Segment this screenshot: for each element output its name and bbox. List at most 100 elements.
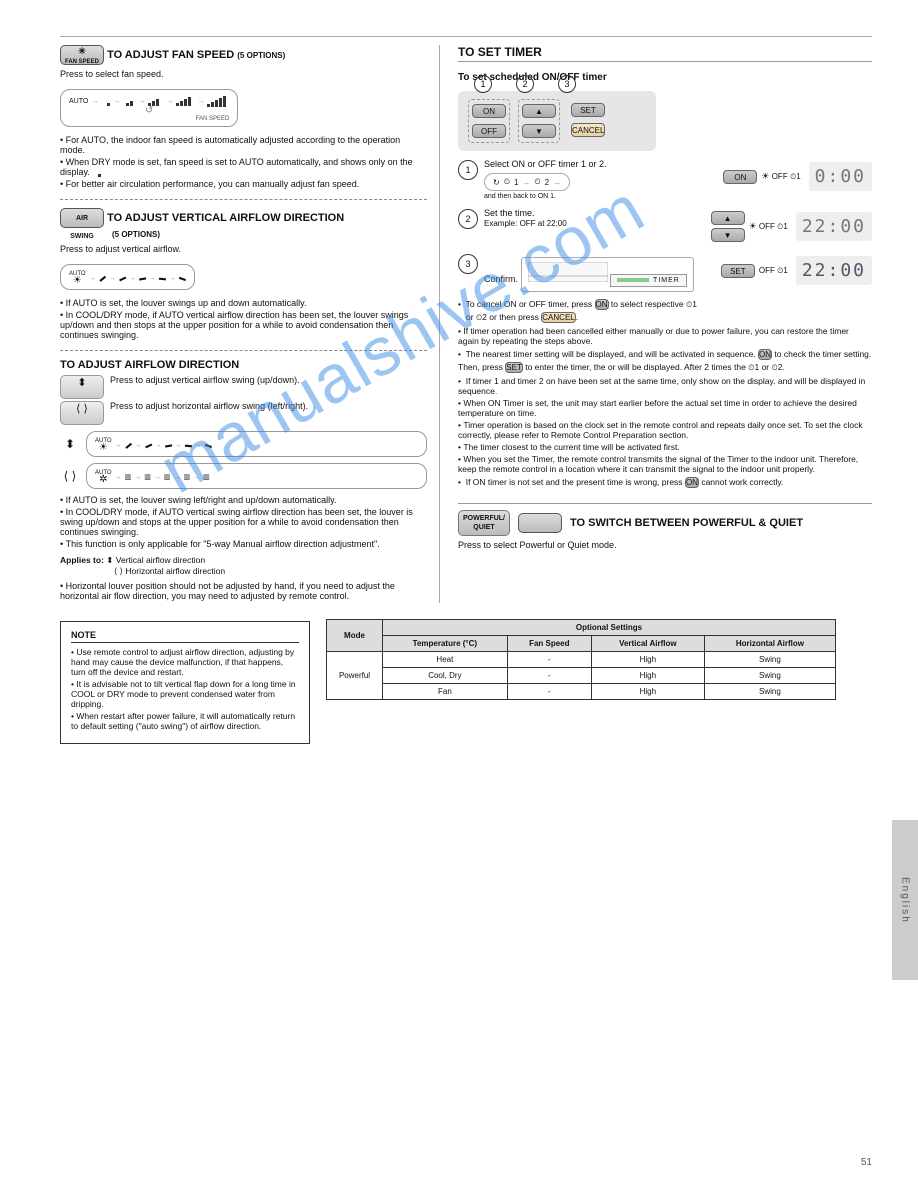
swing-applies-label: Applies to: <box>60 555 104 565</box>
fan-seq-box: AUTO → → → → → ↺ FAN SPEED <box>60 89 238 127</box>
lcd-2200b: 22:00 <box>796 256 872 285</box>
lcd-blank: 0:00 <box>809 162 872 191</box>
airflow-options: (5 OPTIONS) <box>112 230 160 239</box>
divider-1 <box>60 199 427 200</box>
fan-bullet-2: When DRY mode is set, fan speed is set t… <box>60 157 427 177</box>
page-number: 51 <box>861 1157 872 1168</box>
th-optional: Optional Settings <box>383 620 836 636</box>
left-column: ✳FAN SPEED TO ADJUST FAN SPEED (5 OPTION… <box>60 45 440 603</box>
top-rule <box>60 36 872 37</box>
lcd-down-btn[interactable]: ▼ <box>711 228 745 242</box>
swing-title: TO ADJUST AIRFLOW DIRECTION <box>60 359 427 371</box>
td-fanrow: Fan <box>383 684 508 700</box>
fan-speed-legend: FAN SPEED <box>69 116 229 122</box>
step-ring-1: 1 <box>474 75 492 93</box>
inline-on-btn-2[interactable]: ON <box>758 349 772 360</box>
powerful-quiet-button[interactable]: POWERFUL/ QUIET <box>458 510 510 536</box>
timer-bullet-clock: Timer operation is based on the clock se… <box>458 420 872 440</box>
airflow-press-lead: Press to adjust vertical airflow. <box>60 244 427 254</box>
timer-bullet-wrongtime: If ON timer is not set and the present t… <box>458 476 872 489</box>
note-header: NOTE <box>71 630 299 643</box>
timer-bullet-early: When ON Timer is set, the unit may start… <box>458 398 872 418</box>
unit-illustration: TIMER <box>521 257 694 292</box>
lcd-up-btn[interactable]: ▲ <box>711 211 745 225</box>
swing-seq-horz: ⟨ ⟩ AUTO✲ →▥ →▥ →▥ →▥ →▥ <box>60 463 427 489</box>
fan-auto-label: AUTO <box>69 98 88 105</box>
pq-press-lead: Press to select Powerful or Quiet mode. <box>458 540 872 550</box>
timer-bullet-transmit: When you set the Timer, the remote contr… <box>458 454 872 474</box>
inline-cancel-btn[interactable]: CANCEL <box>541 312 575 323</box>
timer-bullet-sametime: If timer 1 and timer 2 on have been set … <box>458 376 872 396</box>
airflow-note-2: In COOL/DRY mode, if AUTO vertical airfl… <box>60 310 427 340</box>
divider-2 <box>60 350 427 351</box>
td-heat: Heat <box>383 652 508 668</box>
timer-bullet-restore: If timer operation had been cancelled ei… <box>458 326 872 346</box>
fan-bullet-3: For better air circulation performance, … <box>60 179 427 189</box>
remote-cancel-button[interactable]: CANCEL <box>571 123 605 137</box>
swing-vert-text: Press to adjust vertical airflow swing (… <box>110 375 427 385</box>
swing-horz-text: Press to adjust horizontal airflow swing… <box>110 401 427 411</box>
swing-seq-vert: ⬍ AUTO☀ →▬ →▬ →▬ →▬ →▬ <box>60 431 427 457</box>
th-horz: Horizontal Airflow <box>704 636 835 652</box>
settings-table-wrap: Mode Optional Settings Temperature (°C) … <box>326 619 836 700</box>
swing-bullet-1: If AUTO is set, the louver swing left/ri… <box>60 495 427 505</box>
remote-on-button[interactable]: ON <box>472 104 506 118</box>
fan-button[interactable]: ✳FAN SPEED <box>60 45 104 65</box>
fan-options: (5 OPTIONS) <box>237 51 285 60</box>
inline-set-btn-2[interactable]: SET <box>505 362 523 373</box>
swing-horz-button[interactable]: ⟨ ⟩ <box>60 401 104 425</box>
swing-vert-button[interactable]: ⬍ <box>60 375 104 399</box>
remote-off-button[interactable]: OFF <box>472 124 506 138</box>
fan-bullet-1: For AUTO, the indoor fan speed is automa… <box>60 135 427 155</box>
note-box: NOTE Use remote control to adjust airflo… <box>60 621 310 744</box>
note-item-3: When restart after power failure, it wil… <box>71 711 299 731</box>
timer-bullet-nearest: The nearest timer setting will be displa… <box>458 348 872 374</box>
step-ring-2: 2 <box>516 75 534 93</box>
lcd-set-btn[interactable]: SET <box>721 264 755 278</box>
vertical-airflow-section: AIRSWING TO ADJUST VERTICAL AIRFLOW DIRE… <box>60 208 427 340</box>
step-1: 1 Select ON or OFF timer 1 or 2. ↻ ⏲1 → … <box>458 159 872 200</box>
fan-title: TO ADJUST FAN SPEED <box>107 49 234 61</box>
note-item-2: It is advisable not to tilt vertical fla… <box>71 679 299 709</box>
step-2: 2 Set the time. Example: OFF at 22:00 ▲ … <box>458 208 872 245</box>
swing-section: TO ADJUST AIRFLOW DIRECTION ⬍ Press to a… <box>60 359 427 601</box>
airflow-seq-box: AUTO☀ →▬ →▬ →▬ →▬ →▬ <box>60 264 195 290</box>
step-ring-3: 3 <box>558 75 576 93</box>
remote-col-updown: ▲ ▼ <box>518 99 560 143</box>
th-vert: Vertical Airflow <box>591 636 704 652</box>
swing-horizontal-note: Horizontal louver position should not be… <box>60 581 427 601</box>
fan-press-lead: Press to select fan speed. <box>60 69 164 79</box>
swing-bullet-2: In COOL/DRY mode, if AUTO vertical swing… <box>60 507 427 537</box>
right-column: TO SET TIMER To set scheduled ON/OFF tim… <box>440 45 872 603</box>
inline-on-btn-3[interactable]: ON <box>685 477 699 488</box>
th-mode: Mode <box>327 620 383 652</box>
pq-title: TO SWITCH BETWEEN POWERFUL & QUIET <box>570 517 803 529</box>
remote-panel: 1 2 3 ON OFF ▲ ▼ SET CANCEL <box>458 91 656 151</box>
td-cooldry: Cool, Dry <box>383 668 508 684</box>
note-item-1: Use remote control to adjust airflow dir… <box>71 647 299 677</box>
th-fan: Fan Speed <box>507 636 591 652</box>
lcd-2200a: 22:00 <box>796 212 872 241</box>
airflow-note-1: If AUTO is set, the louver swings up and… <box>60 298 427 308</box>
remote-col-onoff: ON OFF <box>468 99 510 143</box>
th-temp: Temperature (°C) <box>383 636 508 652</box>
powerful-quiet-section: POWERFUL/ QUIET TO SWITCH BETWEEN POWERF… <box>458 503 872 550</box>
inline-on-btn[interactable]: ON <box>595 299 609 310</box>
pq-button-plain[interactable] <box>518 513 562 533</box>
timer-seq-box: ↻ ⏲1 → ⏲2 → <box>484 173 570 191</box>
td-powerful: Powerful <box>327 652 383 700</box>
timer-title: TO SET TIMER <box>458 45 872 62</box>
airflow-button[interactable]: AIRSWING <box>60 208 104 228</box>
remote-down-button[interactable]: ▼ <box>522 124 556 138</box>
settings-table: Mode Optional Settings Temperature (°C) … <box>326 619 836 700</box>
remote-col-setcancel: SET CANCEL <box>568 99 608 143</box>
language-side-tab: English <box>892 820 918 980</box>
step-3: 3 Confirm. TIMER SET OFF ⏲1 22:00 <box>458 253 872 292</box>
remote-set-button[interactable]: SET <box>571 103 605 117</box>
remote-up-button[interactable]: ▲ <box>522 104 556 118</box>
timer-bullet-first: The timer closest to the current time wi… <box>458 442 872 452</box>
swing-bullet-3: This function is only applicable for "5-… <box>60 539 427 549</box>
timer-bullet-cancel: To cancel ON or OFF timer, press ON to s… <box>458 298 872 324</box>
fan-speed-section: ✳FAN SPEED TO ADJUST FAN SPEED (5 OPTION… <box>60 45 427 189</box>
lcd-on-btn[interactable]: ON <box>723 170 757 184</box>
